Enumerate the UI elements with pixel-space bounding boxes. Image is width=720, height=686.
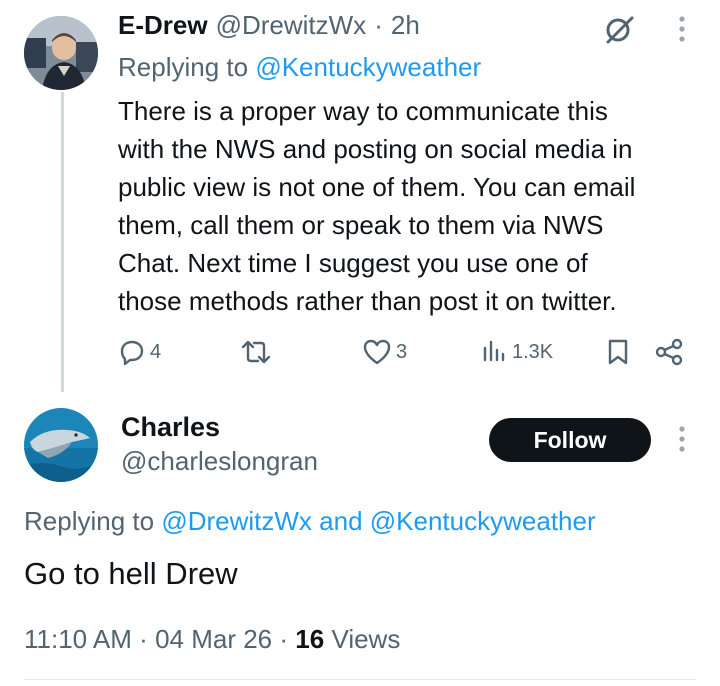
- views-count: 16: [295, 624, 325, 654]
- reply-count: 4: [150, 340, 162, 363]
- mention-kentuckyweather[interactable]: @Kentuckyweather: [370, 506, 596, 536]
- tweet-time[interactable]: 11:10 AM: [24, 624, 132, 654]
- replying-to-line: Replying to @Kentuckyweather: [118, 52, 481, 83]
- tweet-body: Go to hell Drew: [24, 556, 238, 591]
- retweet-button[interactable]: [240, 338, 272, 366]
- grok-icon[interactable]: [602, 12, 636, 46]
- heart-icon: [363, 339, 391, 365]
- like-count: 3: [396, 340, 408, 363]
- tweet-body: There is a proper way to communicate thi…: [118, 92, 635, 320]
- retweet-icon: [241, 340, 271, 364]
- tweet-time[interactable]: 2h: [391, 10, 420, 41]
- replying-to-line: Replying to @DrewitzWx and @Kentuckyweat…: [24, 506, 596, 537]
- separator-dot: ·: [279, 624, 289, 654]
- views-button[interactable]: 1.3K: [482, 338, 553, 366]
- tweet-line: with the NWS and posting on social media…: [118, 134, 633, 164]
- more-vertical-icon[interactable]: [674, 424, 690, 456]
- tweet-line: public view is not one of them. You can …: [118, 172, 636, 202]
- author-handle[interactable]: @charleslongran: [121, 446, 318, 477]
- views-link[interactable]: 16 Views: [295, 624, 400, 654]
- avatar-edrew[interactable]: [24, 16, 98, 90]
- replying-prefix: Replying to: [118, 52, 249, 82]
- author-handle[interactable]: @DrewitzWx: [216, 10, 367, 41]
- views-label: Views: [331, 624, 401, 654]
- author-name[interactable]: E-Drew: [118, 10, 208, 41]
- tweet-date[interactable]: 04 Mar 26: [155, 624, 272, 654]
- tweet-meta: 11:10 AM · 04 Mar 26 · 16 Views: [24, 624, 400, 655]
- share-icon: [655, 338, 683, 366]
- views-bars-icon: [483, 340, 505, 362]
- bookmark-button[interactable]: [606, 338, 630, 371]
- author-name[interactable]: Charles: [121, 412, 220, 443]
- tweet-line: them, call them or speak to them via NWS: [118, 210, 604, 240]
- avatar-charles-image: [24, 408, 98, 482]
- tweet-line: those methods rather than post it on twi…: [118, 286, 617, 316]
- share-button[interactable]: [654, 338, 684, 371]
- thread-connector-line: [61, 92, 64, 392]
- avatar-charles[interactable]: [24, 408, 98, 482]
- follow-button[interactable]: Follow: [489, 418, 651, 462]
- avatar-edrew-image: [24, 16, 98, 90]
- views-count: 1.3K: [512, 340, 554, 363]
- like-button[interactable]: 3: [362, 338, 407, 366]
- reply-button[interactable]: 4: [118, 338, 161, 366]
- bookmark-icon: [608, 339, 628, 365]
- separator-dot: ·: [139, 624, 148, 654]
- reply-icon: [120, 340, 144, 366]
- more-vertical-icon[interactable]: [674, 14, 690, 46]
- divider: [24, 679, 696, 680]
- mention-and: and: [319, 506, 363, 536]
- tweet-line: Chat. Next time I suggest you use one of: [118, 248, 588, 278]
- mention-drewitzwx[interactable]: @DrewitzWx: [161, 506, 312, 536]
- mention-kentuckyweather[interactable]: @Kentuckyweather: [255, 52, 481, 82]
- separator-dot: ·: [374, 10, 383, 40]
- replying-prefix: Replying to: [24, 506, 155, 536]
- tweet-line: There is a proper way to communicate thi…: [118, 96, 608, 126]
